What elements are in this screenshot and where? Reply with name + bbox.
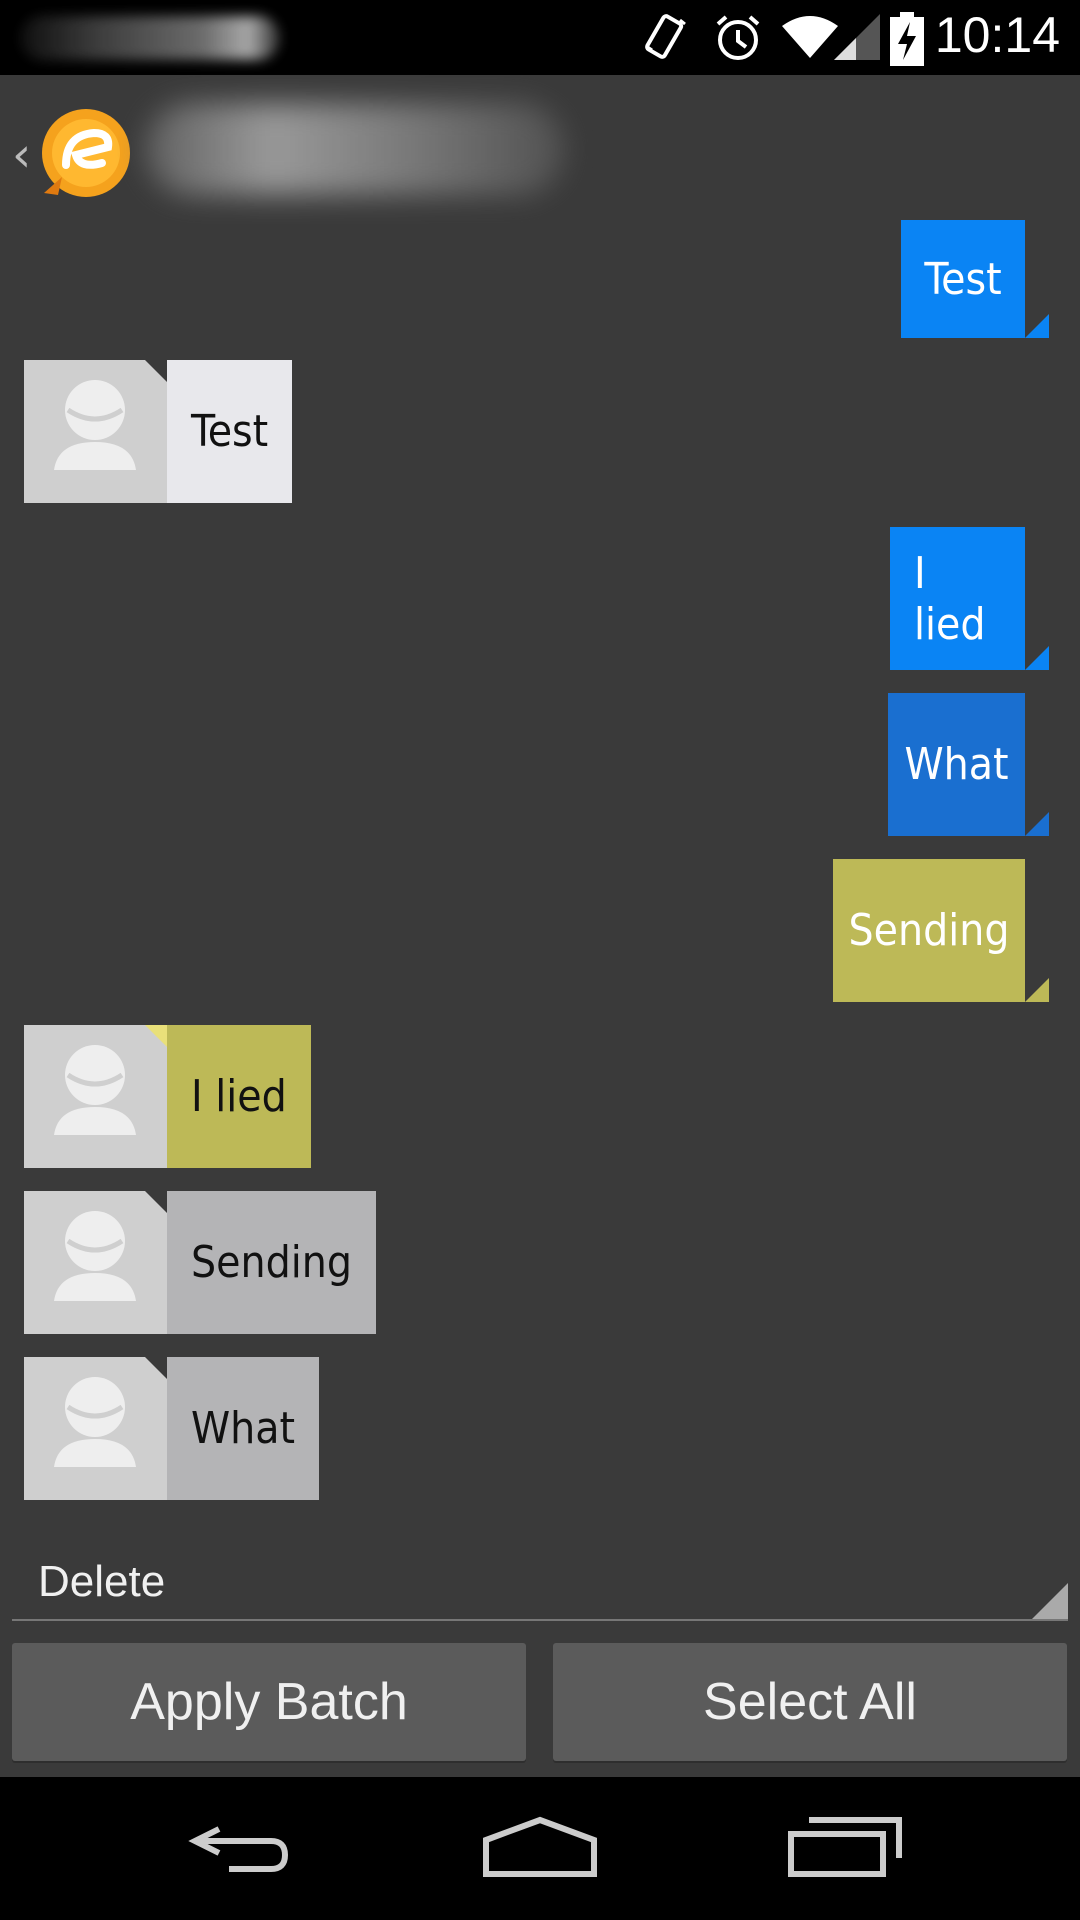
- home-icon: [483, 1816, 597, 1877]
- recents-icon: [788, 1817, 902, 1877]
- outgoing-message[interactable]: Test: [901, 220, 1049, 338]
- incoming-message[interactable]: Test: [24, 360, 293, 503]
- message-text: Sending: [167, 1191, 376, 1334]
- contact-name-redacted: [145, 103, 565, 195]
- avatar[interactable]: [24, 1191, 167, 1334]
- batch-action-selected: Delete: [38, 1557, 166, 1606]
- bubble-tail: [1025, 812, 1049, 836]
- back-button[interactable]: [175, 1807, 305, 1887]
- bubble-tail: [1025, 314, 1049, 338]
- message-text: Test: [167, 360, 293, 503]
- outgoing-message[interactable]: I lied: [890, 527, 1049, 670]
- avatar-fold: [145, 1357, 167, 1379]
- wifi-icon: [782, 16, 838, 58]
- vibrate-icon: [645, 14, 686, 59]
- incoming-message[interactable]: Sending: [24, 1191, 376, 1334]
- avatar-fold: [145, 1191, 167, 1213]
- app-logo-icon[interactable]: [36, 105, 136, 205]
- avatar[interactable]: [24, 360, 167, 503]
- dropdown-arrow-icon: [1032, 1583, 1068, 1619]
- conversation-screen: ‹ Test I lied What Sending Test I lied S…: [0, 75, 1080, 1777]
- message-text: Sending: [848, 905, 1010, 956]
- message-text: I lied: [167, 1025, 311, 1168]
- apply-batch-button[interactable]: Apply Batch: [12, 1643, 526, 1761]
- incoming-message[interactable]: What: [24, 1357, 320, 1500]
- carrier-name-redacted: [20, 16, 280, 60]
- clock: 10:14: [934, 7, 1060, 63]
- message-text: I lied: [914, 547, 986, 650]
- home-button[interactable]: [475, 1807, 605, 1887]
- alarm-icon: [716, 15, 760, 60]
- avatar[interactable]: [24, 1025, 167, 1168]
- avatar-fold: [145, 360, 167, 382]
- message-text: What: [167, 1357, 320, 1500]
- bubble-tail: [1025, 978, 1049, 1002]
- outgoing-message[interactable]: What: [888, 693, 1049, 836]
- message-text: Test: [924, 253, 1002, 305]
- battery-charging-icon: [890, 12, 924, 66]
- navigation-bar: [0, 1777, 1080, 1920]
- avatar-fold: [145, 1025, 167, 1047]
- incoming-message[interactable]: I lied: [24, 1025, 311, 1168]
- batch-action-spinner[interactable]: Delete: [12, 1535, 1068, 1621]
- outgoing-message[interactable]: Sending: [833, 859, 1049, 1002]
- bubble-tail: [1025, 646, 1049, 670]
- recents-button[interactable]: [780, 1807, 910, 1887]
- status-bar: 10:14: [0, 0, 1080, 75]
- signal-icon: [834, 14, 880, 60]
- message-text: What: [904, 739, 1009, 790]
- avatar[interactable]: [24, 1357, 167, 1500]
- select-all-button[interactable]: Select All: [553, 1643, 1067, 1761]
- up-navigation-icon[interactable]: ‹: [12, 127, 31, 183]
- back-icon: [188, 1826, 289, 1872]
